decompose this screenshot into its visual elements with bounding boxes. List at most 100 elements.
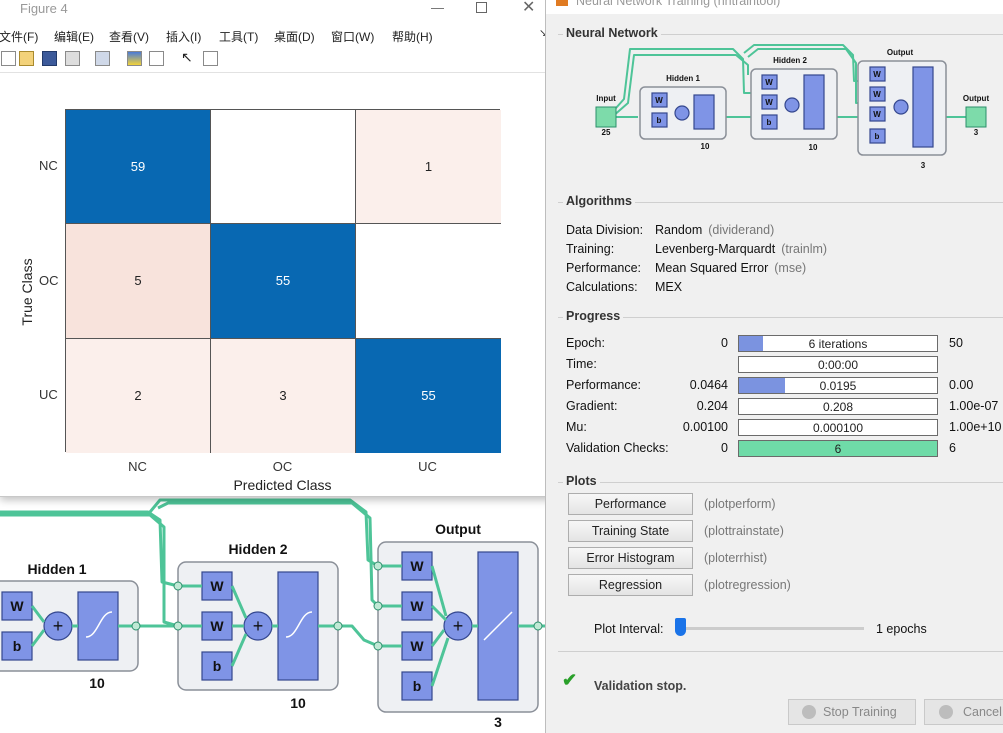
maximize-icon[interactable] — [476, 2, 487, 13]
menu-desktop[interactable]: 桌面(D) — [274, 28, 315, 45]
matrix-cell: 1 — [356, 110, 501, 225]
new-figure-icon[interactable] — [1, 51, 16, 66]
x-tick-label: NC — [128, 459, 147, 474]
plot-function: (plotperform) — [704, 497, 776, 511]
svg-text:W: W — [210, 578, 224, 594]
svg-text:W: W — [10, 598, 24, 614]
plot-training-state-button[interactable]: Training State — [568, 520, 693, 542]
matrix-cell: 5 — [66, 224, 211, 339]
progress-key: Performance: — [566, 378, 642, 392]
plot-error-histogram-button[interactable]: Error Histogram — [568, 547, 693, 569]
svg-text:3: 3 — [921, 161, 926, 170]
matrix-cell — [211, 110, 356, 225]
y-tick-label: OC — [39, 272, 59, 288]
x-axis-label: Predicted Class — [233, 477, 332, 493]
matrix-cell: 3 — [211, 338, 356, 453]
progress-key: Epoch: — [566, 336, 605, 350]
svg-text:25: 25 — [602, 128, 611, 137]
nnt-titlebar: Neural Network Training (nntraintool) — [546, 0, 1003, 14]
cancel-icon — [939, 705, 953, 719]
svg-text:Output: Output — [435, 521, 481, 537]
svg-text:+: + — [453, 616, 464, 636]
svg-text:10: 10 — [701, 142, 710, 151]
progress-value: 6 iterations — [808, 337, 868, 351]
menu-view[interactable]: 查看(V) — [109, 28, 149, 45]
progress-bar: 6 — [738, 440, 938, 457]
legend-icon[interactable] — [149, 51, 164, 66]
progress-max: 50 — [949, 336, 963, 350]
close-icon[interactable]: ✕ — [522, 0, 535, 17]
menu-file[interactable]: 文件(F) — [0, 28, 38, 45]
stop-training-button[interactable]: Stop Training — [788, 699, 916, 725]
progress-max: 1.00e+10 — [949, 420, 1002, 434]
menu-help[interactable]: 帮助(H) — [392, 28, 433, 45]
stop-icon — [802, 705, 816, 719]
progress-min: 0.0464 — [689, 378, 728, 392]
property-editor-icon[interactable] — [203, 51, 218, 66]
algo-key: Data Division: — [566, 223, 644, 237]
svg-text:W: W — [410, 558, 424, 574]
confusion-matrix: 59 1 5 55 2 3 55 — [65, 109, 501, 453]
algo-value: MEX — [655, 280, 683, 294]
y-axis-label: True Class — [19, 258, 35, 326]
svg-text:W: W — [873, 110, 881, 119]
background-network-diagram: Hidden 1 10 W b + Hidden 2 10 W W b + Ou… — [0, 490, 548, 733]
link-plot-icon[interactable] — [95, 51, 110, 66]
matrix-cell — [356, 224, 501, 339]
plot-regression-button[interactable]: Regression — [568, 574, 693, 596]
progress-value: 0.208 — [822, 400, 854, 414]
svg-text:b: b — [767, 118, 772, 127]
svg-text:10: 10 — [809, 143, 818, 152]
svg-text:Hidden 2: Hidden 2 — [228, 541, 287, 557]
matlab-icon — [556, 0, 568, 6]
svg-text:Output: Output — [963, 94, 990, 103]
print-icon[interactable] — [65, 51, 80, 66]
plot-performance-button[interactable]: Performance — [568, 493, 693, 515]
svg-text:3: 3 — [974, 128, 979, 137]
svg-text:b: b — [413, 678, 422, 694]
figure-menubar: 文件(F) 编辑(E) 查看(V) 插入(I) 工具(T) 桌面(D) 窗口(W… — [0, 23, 550, 45]
open-icon[interactable] — [19, 51, 34, 66]
plot-function: (plotregression) — [704, 578, 791, 592]
progress-max: 0.00 — [949, 378, 974, 392]
minimize-icon[interactable]: — — [431, 0, 444, 15]
y-tick-label: UC — [39, 386, 58, 402]
menu-insert[interactable]: 插入(I) — [166, 28, 201, 45]
svg-text:W: W — [765, 98, 773, 107]
menu-edit[interactable]: 编辑(E) — [54, 28, 94, 45]
cancel-button[interactable]: Cancel — [924, 699, 1003, 725]
plot-interval-label: Plot Interval: — [594, 622, 664, 636]
algo-value: Levenberg-Marquardt — [655, 242, 776, 256]
algo-value: Mean Squared Error — [655, 261, 769, 275]
svg-text:W: W — [655, 96, 663, 105]
progress-max: 6 — [949, 441, 956, 455]
plots-section: Plots Performance (plotperform) Training S… — [558, 474, 1003, 652]
pointer-icon[interactable]: ↖ — [181, 49, 196, 65]
menu-tools[interactable]: 工具(T) — [219, 28, 258, 45]
svg-text:Hidden 1: Hidden 1 — [666, 74, 700, 83]
progress-section: Progress Epoch: 0 6 iterations 50 Time: 0:00:… — [558, 309, 1003, 467]
svg-text:W: W — [873, 90, 881, 99]
nnt-title: Neural Network Training (nntraintool) — [576, 0, 781, 8]
bg-hidden1-label: Hidden 1 — [27, 561, 86, 577]
slider-thumb[interactable] — [675, 618, 686, 636]
colorbar-icon[interactable] — [127, 51, 142, 66]
plot-interval-slider[interactable] — [675, 618, 864, 636]
svg-text:10: 10 — [290, 695, 306, 711]
svg-text:W: W — [210, 618, 224, 634]
progress-bar: 0.000100 — [738, 419, 938, 436]
algo-value: Random — [655, 223, 703, 237]
progress-bar: 0:00:00 — [738, 356, 938, 373]
menu-window[interactable]: 窗口(W) — [331, 28, 374, 45]
algo-function: (mse) — [774, 261, 807, 275]
matrix-cell: 55 — [356, 338, 501, 453]
save-icon[interactable] — [42, 51, 57, 66]
progress-min: 0 — [721, 336, 728, 350]
figure-toolbar: ↖ — [0, 45, 550, 73]
figure-title: Figure 4 — [20, 1, 68, 16]
progress-bar: 0.208 — [738, 398, 938, 415]
progress-bar: 0.0195 — [738, 377, 938, 394]
svg-text:W: W — [410, 598, 424, 614]
figure-titlebar: Figure 4 — ✕ — [0, 0, 550, 21]
svg-text:10: 10 — [89, 675, 105, 691]
